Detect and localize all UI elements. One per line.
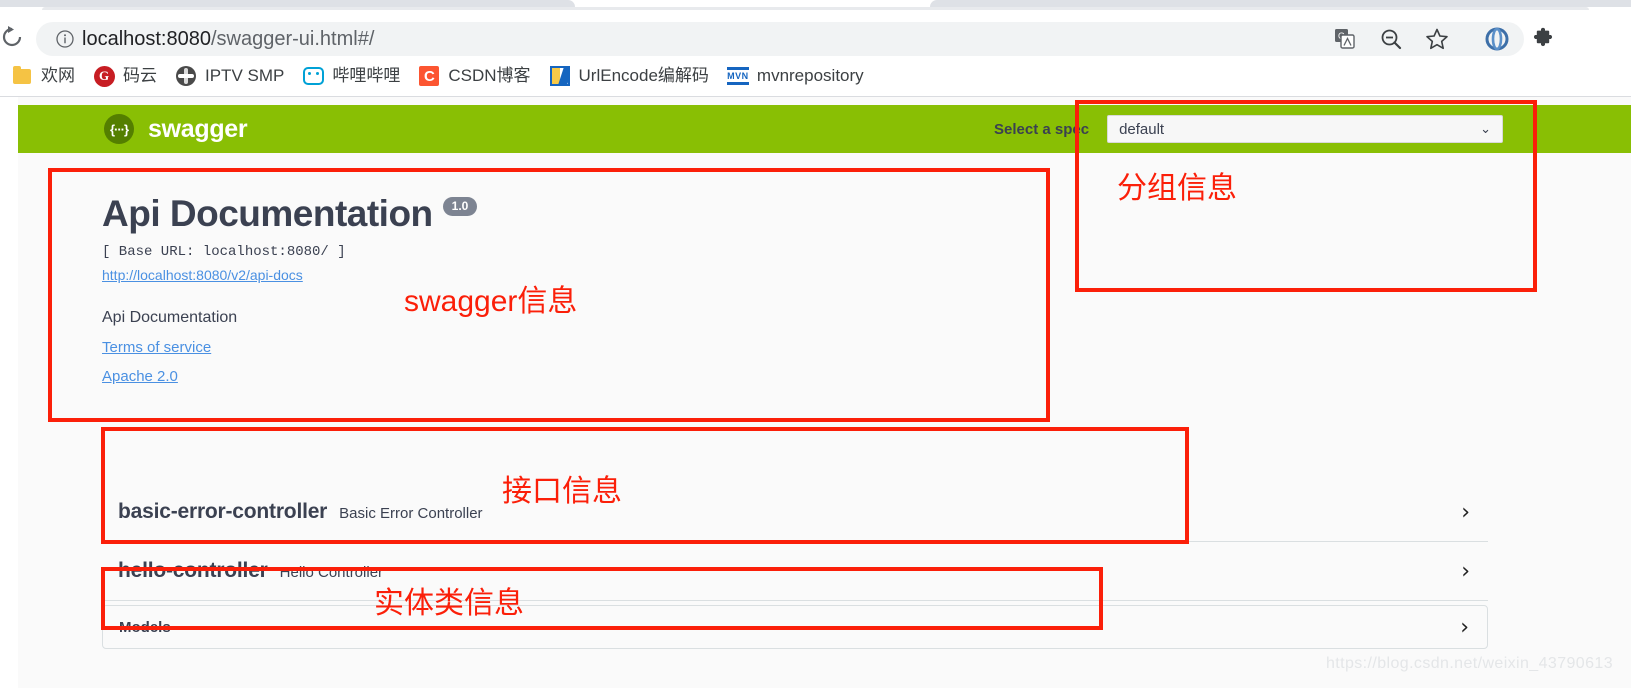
- models-header[interactable]: Models ›: [102, 605, 1488, 649]
- reload-icon[interactable]: [0, 25, 24, 49]
- bookmark-iptv-smp[interactable]: IPTV SMP: [166, 61, 293, 91]
- bookmark-bilibili[interactable]: 哔哩哔哩: [293, 61, 409, 91]
- translate-icon[interactable]: G: [1330, 24, 1360, 54]
- bookmark-label: IPTV SMP: [205, 66, 285, 85]
- spec-select[interactable]: default ⌄: [1107, 115, 1504, 143]
- url-text[interactable]: localhost:8080/swagger-ui.html#/: [82, 27, 374, 51]
- bookmark-urlencode[interactable]: UrlEncode编解码: [540, 61, 718, 91]
- url-path: /swagger-ui.html#/: [210, 28, 375, 50]
- bookmark-csdn[interactable]: C CSDN博客: [409, 61, 539, 91]
- chevron-right-icon[interactable]: ›: [1461, 559, 1470, 584]
- bookmark-label: CSDN博客: [448, 66, 531, 85]
- extension-action-icons: [1482, 24, 1631, 54]
- urlencode-icon: [549, 65, 571, 87]
- tag-name: basic-error-controller: [118, 500, 328, 523]
- bookmark-label: 欢网: [41, 66, 75, 85]
- site-info-icon[interactable]: [56, 30, 74, 48]
- extensions-puzzle-icon[interactable]: [1528, 24, 1558, 54]
- swagger-topbar: {···} swagger Select a spec default ⌄: [18, 105, 1631, 153]
- tag-name: hello-controller: [118, 559, 268, 582]
- api-title-row: Api Documentation 1.0: [102, 193, 1482, 235]
- chevron-right-icon[interactable]: ›: [1461, 500, 1470, 525]
- tag-description: Basic Error Controller: [339, 505, 483, 522]
- terms-of-service-link[interactable]: Terms of service: [102, 339, 1482, 356]
- api-description: Api Documentation: [102, 309, 238, 326]
- tag-heading: basic-error-controller Basic Error Contr…: [118, 500, 483, 524]
- bookmark-label: mvnrepository: [756, 66, 864, 85]
- background-tab-right[interactable]: [930, 0, 1631, 7]
- select-a-spec-label: Select a spec: [994, 120, 1090, 138]
- csdn-icon: C: [418, 65, 440, 87]
- bookmark-mvnrepository[interactable]: MVN mvnrepository: [718, 61, 873, 91]
- bookmark-label: UrlEncode编解码: [578, 66, 709, 85]
- browser-toolbar: localhost:8080/swagger-ui.html#/ G: [0, 10, 1631, 56]
- url-host: localhost:8080: [82, 28, 211, 50]
- version-badge: 1.0: [442, 196, 478, 216]
- tag-row-basic-error-controller[interactable]: basic-error-controller Basic Error Contr…: [102, 483, 1488, 542]
- swagger-content: Api Documentation 1.0 [ Base URL: localh…: [18, 153, 1631, 688]
- zoom-out-icon[interactable]: [1376, 24, 1406, 54]
- spec-selector-group: Select a spec default ⌄: [994, 105, 1504, 153]
- browser-window: localhost:8080/swagger-ui.html#/ G: [0, 0, 1631, 688]
- profile-circle-icon[interactable]: [1482, 24, 1512, 54]
- swagger-logo[interactable]: {···} swagger: [104, 114, 248, 144]
- swagger-wordmark: swagger: [148, 114, 248, 143]
- page-left-gutter: [0, 97, 18, 688]
- license-link[interactable]: Apache 2.0: [102, 368, 1482, 385]
- bookmark-gitee[interactable]: G 码云: [84, 61, 166, 91]
- tab-strip: [0, 0, 1631, 10]
- tag-row-hello-controller[interactable]: hello-controller Hello Controller ›: [102, 542, 1488, 601]
- background-tab-left[interactable]: [0, 0, 575, 7]
- chevron-down-icon: ⌄: [1480, 121, 1492, 136]
- bilibili-tv-icon: [302, 65, 324, 87]
- models-section: Models ›: [102, 605, 1488, 649]
- globe-icon: [175, 65, 197, 87]
- base-url-text: [ Base URL: localhost:8080/ ]: [102, 244, 346, 260]
- bookmark-huanwang[interactable]: 欢网: [2, 61, 84, 91]
- swagger-braces-icon: {···}: [104, 114, 134, 144]
- page-title: Api Documentation: [102, 193, 433, 234]
- tag-heading: hello-controller Hello Controller: [118, 559, 383, 583]
- chevron-right-icon[interactable]: ›: [1460, 615, 1469, 640]
- models-title: Models: [119, 618, 171, 636]
- bookmark-label: 哔哩哔哩: [332, 66, 401, 85]
- maven-icon: MVN: [726, 65, 749, 87]
- tag-description: Hello Controller: [279, 564, 384, 581]
- page-viewport: {···} swagger Select a spec default ⌄ Ap…: [0, 96, 1631, 688]
- operation-tags-list: basic-error-controller Basic Error Contr…: [102, 483, 1488, 601]
- gitee-icon: G: [93, 65, 115, 87]
- watermark-text: https://blog.csdn.net/weixin_43790613: [1326, 655, 1613, 672]
- spec-select-value: default: [1119, 120, 1165, 138]
- bookmarks-bar: 欢网 G 码云 IPTV SMP 哔哩哔哩 C CSDN博客 UrlEncode…: [0, 56, 1631, 96]
- api-docs-link[interactable]: http://localhost:8080/v2/api-docs: [102, 267, 303, 283]
- api-info-block: Api Documentation 1.0 [ Base URL: localh…: [102, 193, 1482, 385]
- bookmark-star-icon[interactable]: [1422, 24, 1452, 54]
- bookmark-label: 码云: [123, 66, 157, 85]
- folder-icon: [11, 65, 33, 87]
